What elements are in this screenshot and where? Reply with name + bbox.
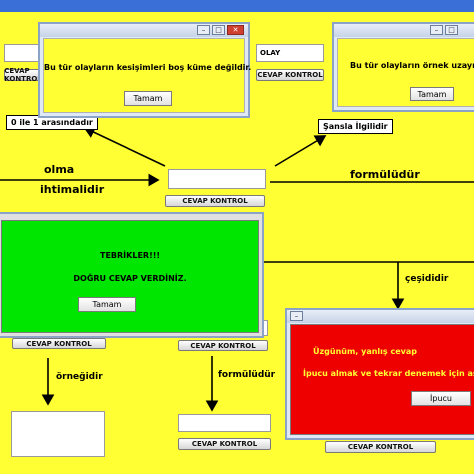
ihtimalidir-label: ihtimalidir: [40, 183, 105, 196]
error-line2: İpucu almak ve tekrar denemek için aşağı: [303, 369, 474, 378]
success-dialog: TEBRİKLER!!! DOĞRU CEVAP VERDİNİZ. Tamam: [0, 212, 264, 338]
check-button-label: CEVAP KONTROL: [4, 67, 42, 83]
arrow-range: [83, 126, 166, 167]
error-dialog: – Üzgünüm, yanlış cevap İpucu almak ve t…: [285, 308, 474, 440]
arrow-chance: [274, 135, 327, 167]
check-button-top-left[interactable]: CEVAP KONTROL: [4, 67, 42, 83]
check-button-label: CEVAP KONTROL: [190, 341, 256, 350]
formuludur-right-label: formülüdür: [350, 168, 420, 181]
olma-label: olma: [44, 163, 75, 176]
close-icon[interactable]: ✕: [227, 25, 244, 35]
check-button-label: CEVAP KONTROL: [347, 443, 414, 451]
check-button-label: CEVAP KONTROL: [182, 197, 248, 205]
check-button-middle[interactable]: CEVAP KONTROL: [178, 340, 268, 351]
ok-button[interactable]: Tamam: [124, 91, 172, 106]
check-button-label: CEVAP KONTROL: [257, 71, 323, 79]
answer-input-center[interactable]: [168, 169, 266, 189]
cesididir-label: çeşididir: [405, 274, 449, 284]
answer-input-bottom-middle[interactable]: [178, 414, 271, 432]
maximize-icon[interactable]: □: [445, 25, 458, 35]
check-button-bottom-middle[interactable]: CEVAP KONTROL: [178, 438, 271, 450]
check-button-label: CEVAP KONTROL: [26, 339, 92, 348]
answer-input-bottom-left[interactable]: [11, 411, 105, 457]
ok-button[interactable]: Tamam: [78, 297, 136, 312]
info-dialog-top-left: – □ ✕ Bu tür olayların kesişimleri boş k…: [38, 22, 252, 118]
formuludur-bottom-label: formülüdür: [218, 370, 276, 380]
dialog-titlebar[interactable]: – □ ✕: [40, 24, 248, 37]
olay-text: OLAY: [260, 49, 281, 57]
check-button-label: CEVAP KONTROL: [191, 440, 258, 448]
info-dialog-top-right: – □ Bu tür olayların örnek uzayı Tamam: [332, 22, 474, 112]
check-button-bottom-right[interactable]: CEVAP KONTROL: [325, 441, 436, 453]
chance-label: Şansla İlgilidir: [318, 119, 393, 134]
check-button-lower-left[interactable]: CEVAP KONTROL: [12, 338, 106, 349]
minimize-icon[interactable]: –: [430, 25, 443, 35]
dialog-message: Bu tür olayların kesişimleri boş küme de…: [44, 63, 252, 72]
minimize-icon[interactable]: –: [290, 311, 303, 321]
dialog-titlebar[interactable]: – □: [334, 24, 474, 37]
success-line2: DOĞRU CEVAP VERDİNİZ.: [73, 274, 187, 283]
ornegidir-label: örneğidir: [56, 372, 103, 382]
maximize-icon[interactable]: □: [212, 25, 225, 35]
error-line1: Üzgünüm, yanlış cevap: [313, 347, 417, 356]
ok-button[interactable]: Tamam: [410, 87, 454, 101]
dialog-message: Bu tür olayların örnek uzayı: [350, 61, 474, 70]
success-line1: TEBRİKLER!!!: [99, 251, 161, 260]
check-button-olay[interactable]: CEVAP KONTROL: [256, 69, 324, 81]
hint-button[interactable]: İpucu: [411, 391, 471, 406]
dialog-titlebar[interactable]: –: [287, 310, 474, 323]
check-button-center[interactable]: CEVAP KONTROL: [165, 195, 265, 207]
olay-field[interactable]: OLAY: [256, 44, 324, 62]
minimize-icon[interactable]: –: [197, 25, 210, 35]
